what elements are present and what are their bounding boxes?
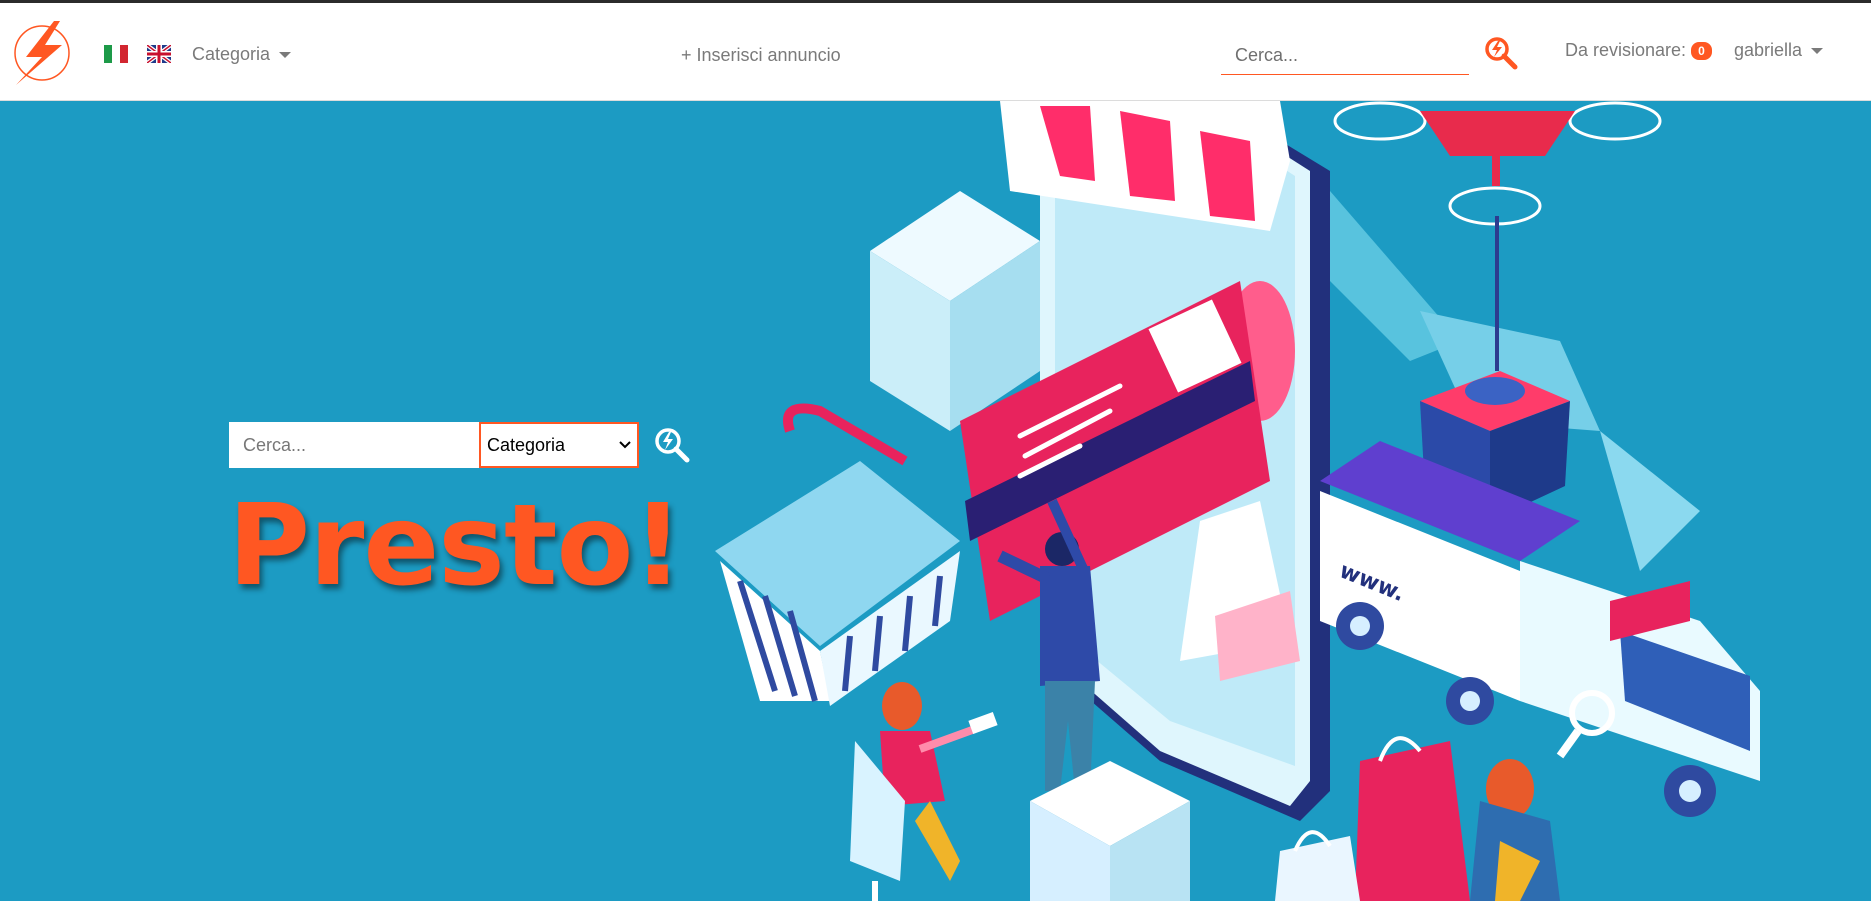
navbar-search-input[interactable] [1221,37,1469,75]
navbar: Categoria + Inserisci annuncio Da revisi… [0,3,1871,101]
brand-title: Presto! [228,481,684,611]
user-menu-dropdown[interactable]: gabriella [1734,39,1824,61]
uk-flag-icon[interactable] [147,45,171,63]
insert-ad-link[interactable]: + Inserisci annuncio [681,44,841,66]
italy-flag-icon[interactable] [104,45,128,63]
category-select-value: Categoria [487,434,566,455]
review-count-badge: 0 [1691,42,1712,61]
logo-icon[interactable] [12,19,74,85]
hero-search-input[interactable] [229,422,479,468]
category-select[interactable]: Categoria [479,422,639,468]
category-dropdown-label: Categoria [192,44,271,64]
category-dropdown[interactable]: Categoria [192,43,292,65]
chevron-down-icon [279,52,292,59]
search-icon[interactable] [1483,35,1519,71]
review-queue-label: Da revisionare: [1565,40,1687,60]
review-queue-link[interactable]: Da revisionare: 0 [1565,39,1712,61]
chevron-down-icon [1811,48,1824,55]
hero-search-icon[interactable] [653,426,691,464]
hero-section: www. Cerca... Categoria Presto! [0,101,1871,901]
user-name: gabriella [1734,40,1803,60]
chevron-down-icon [619,441,631,449]
